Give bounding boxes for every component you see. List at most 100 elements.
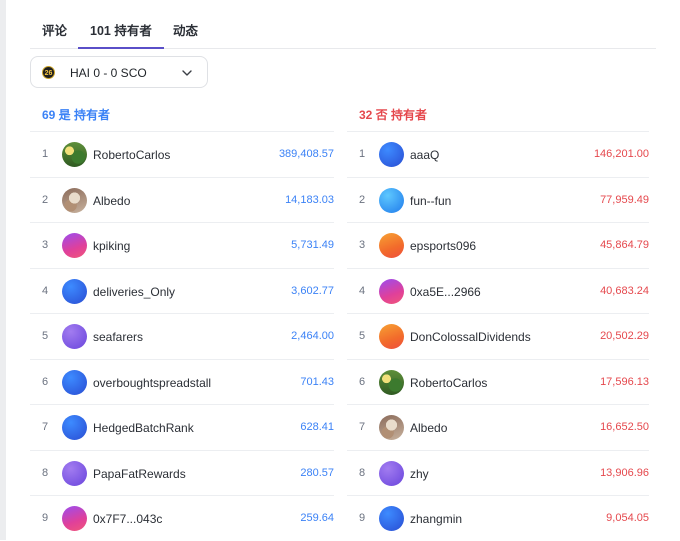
holder-name[interactable]: seafarers (93, 330, 143, 344)
holder-amount: 45,864.79 (600, 239, 649, 251)
holder-amount: 3,602.77 (291, 284, 334, 297)
no-holder-row[interactable]: 4 0xa5E...2966 40,683.24 (347, 267, 649, 314)
holder-amount: 9,054.05 (606, 512, 649, 524)
avatar[interactable] (379, 506, 404, 531)
yes-holder-row[interactable]: 1 RobertoCarlos 389,408.57 (30, 131, 334, 177)
avatar[interactable] (379, 369, 404, 395)
holder-amount: 14,183.03 (285, 193, 334, 206)
yes-holder-row[interactable]: 7 HedgedBatchRank 628.41 (30, 404, 334, 450)
tab-bar: 评论 101 持有者 动态 (30, 0, 656, 49)
holder-name[interactable]: kpiking (93, 239, 130, 253)
holder-name[interactable]: RobertoCarlos (410, 376, 487, 390)
no-holder-row[interactable]: 8 zhy 13,906.96 (347, 449, 649, 496)
holder-name[interactable]: zhy (410, 467, 429, 481)
holder-amount: 20,502.29 (600, 330, 649, 342)
tab-holders[interactable]: 101 持有者 (78, 20, 164, 49)
tab-comments[interactable]: 评论 (42, 20, 67, 48)
holder-amount: 280.57 (300, 466, 334, 479)
yes-holder-row[interactable]: 9 0x7F7...043c 259.64 (30, 495, 334, 541)
chevron-down-icon (182, 70, 192, 76)
no-holder-row[interactable]: 9 zhangmin 9,054.05 (347, 495, 649, 541)
holder-rank: 7 (42, 421, 49, 433)
avatar[interactable] (62, 187, 87, 213)
no-holder-row[interactable]: 3 epsports096 45,864.79 (347, 222, 649, 268)
holder-amount: 628.41 (300, 421, 334, 433)
avatar[interactable] (379, 415, 404, 440)
holder-amount: 40,683.24 (600, 284, 649, 297)
yes-holders-list: 1 RobertoCarlos 389,408.57 2 Albedo 14,183.03… (30, 131, 334, 541)
yes-holder-row[interactable]: 4 deliveries_Only 3,602.77 (30, 267, 334, 314)
holder-name[interactable]: 0xa5E...2966 (410, 285, 481, 299)
holder-name[interactable]: 0x7F7...043c (93, 512, 162, 526)
holder-amount: 701.43 (300, 375, 334, 388)
holder-amount: 146,201.00 (593, 148, 649, 160)
holder-name[interactable]: zhangmin (410, 512, 462, 526)
holder-rank: 2 (42, 193, 49, 206)
yes-holder-row[interactable]: 6 overboughtspreadstall 701.43 (30, 358, 334, 405)
avatar[interactable] (379, 142, 404, 167)
holder-name[interactable]: DonColossalDividends (410, 330, 531, 344)
holder-name[interactable]: overboughtspreadstall (93, 376, 211, 390)
market-select[interactable]: 26 HAI 0 - 0 SCO (30, 56, 208, 88)
holder-name[interactable]: Albedo (93, 194, 130, 208)
avatar[interactable] (62, 278, 87, 304)
holder-rank: 4 (359, 284, 366, 297)
holder-rank: 3 (359, 239, 366, 251)
avatar[interactable] (379, 324, 404, 349)
no-holder-row[interactable]: 7 Albedo 16,652.50 (347, 404, 649, 450)
yes-holder-row[interactable]: 2 Albedo 14,183.03 (30, 176, 334, 223)
avatar[interactable] (62, 460, 87, 486)
no-holder-row[interactable]: 2 fun--fun 77,959.49 (347, 176, 649, 223)
no-holder-row[interactable]: 1 aaaQ 146,201.00 (347, 131, 649, 177)
holder-rank: 6 (42, 375, 49, 388)
holder-name[interactable]: deliveries_Only (93, 285, 175, 299)
holder-rank: 9 (42, 512, 49, 524)
holder-rank: 7 (359, 421, 366, 433)
holder-name[interactable]: HedgedBatchRank (93, 421, 194, 435)
market-select-label: HAI 0 - 0 SCO (70, 66, 147, 80)
avatar[interactable] (379, 460, 404, 486)
holder-rank: 5 (42, 330, 49, 342)
holder-amount: 259.64 (300, 512, 334, 524)
holder-amount: 16,652.50 (600, 421, 649, 433)
holder-name[interactable]: PapaFatRewards (93, 467, 186, 481)
avatar[interactable] (62, 233, 87, 258)
holder-rank: 8 (359, 466, 366, 479)
holder-rank: 1 (359, 148, 366, 160)
holder-rank: 2 (359, 193, 366, 206)
holder-name[interactable]: RobertoCarlos (93, 148, 170, 162)
holder-name[interactable]: fun--fun (410, 194, 451, 208)
market-badge-icon: 26 (42, 66, 55, 79)
holder-name[interactable]: aaaQ (410, 148, 439, 162)
holder-rank: 5 (359, 330, 366, 342)
avatar[interactable] (379, 187, 404, 213)
no-holders-list: 1 aaaQ 146,201.00 2 fun--fun 77,959.49 3 epspor… (347, 131, 649, 541)
avatar[interactable] (379, 278, 404, 304)
yes-holder-row[interactable]: 5 seafarers 2,464.00 (30, 313, 334, 359)
avatar[interactable] (379, 233, 404, 258)
holder-rank: 1 (42, 148, 49, 160)
holder-rank: 8 (42, 466, 49, 479)
holder-amount: 77,959.49 (600, 193, 649, 206)
avatar[interactable] (62, 369, 87, 395)
holder-rank: 9 (359, 512, 366, 524)
yes-holder-row[interactable]: 8 PapaFatRewards 280.57 (30, 449, 334, 496)
yes-holder-row[interactable]: 3 kpiking 5,731.49 (30, 222, 334, 268)
holder-amount: 5,731.49 (291, 239, 334, 251)
holder-name[interactable]: Albedo (410, 421, 447, 435)
left-panel-edge (0, 0, 6, 540)
no-holder-row[interactable]: 6 RobertoCarlos 17,596.13 (347, 358, 649, 405)
avatar[interactable] (62, 506, 87, 531)
yes-holders-header: 69 是 持有者 (42, 108, 111, 122)
tab-activity[interactable]: 动态 (173, 20, 198, 48)
no-holder-row[interactable]: 5 DonColossalDividends 20,502.29 (347, 313, 649, 359)
avatar[interactable] (62, 142, 87, 167)
holder-rank: 6 (359, 375, 366, 388)
holder-amount: 13,906.96 (600, 466, 649, 479)
holder-rank: 4 (42, 284, 49, 297)
holder-name[interactable]: epsports096 (410, 239, 476, 253)
holder-amount: 2,464.00 (291, 330, 334, 342)
avatar[interactable] (62, 324, 87, 349)
holder-rank: 3 (42, 239, 49, 251)
avatar[interactable] (62, 415, 87, 440)
